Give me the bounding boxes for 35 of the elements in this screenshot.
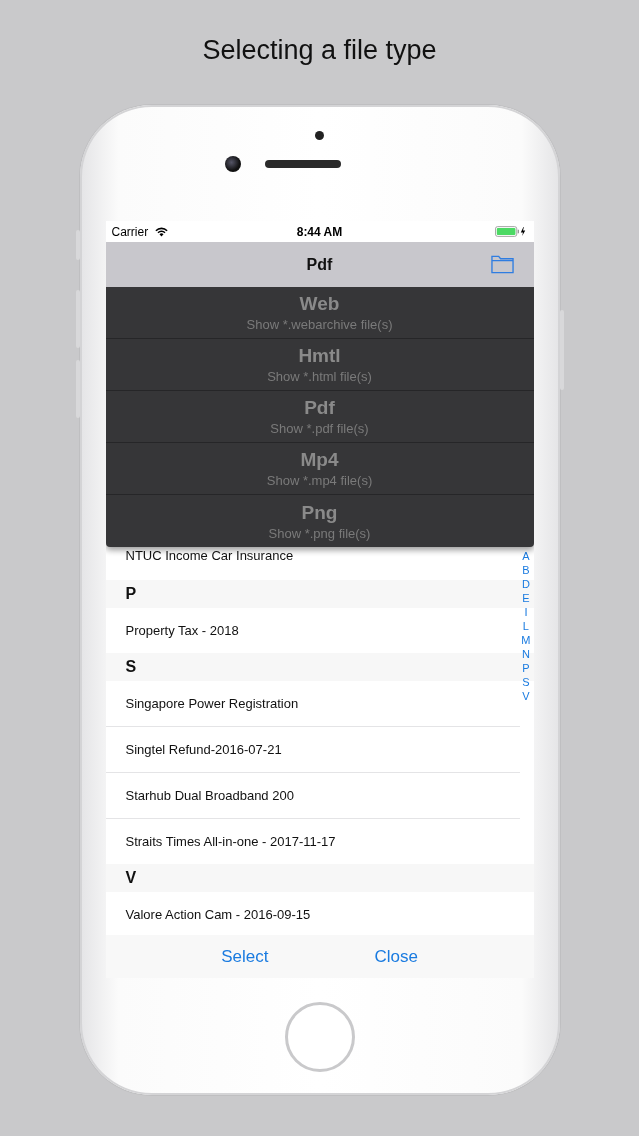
- index-letter[interactable]: D: [521, 577, 530, 591]
- nav-title: Pdf: [306, 255, 333, 274]
- index-letter[interactable]: S: [522, 675, 530, 689]
- caption: Selecting a file type: [202, 34, 437, 67]
- list-item[interactable]: Singapore Power Registration: [125, 696, 299, 711]
- camera-lens: [224, 156, 241, 172]
- index-letter[interactable]: M: [521, 633, 531, 647]
- index-letter[interactable]: P: [522, 661, 530, 675]
- index-letter[interactable]: A: [522, 549, 530, 563]
- list-item[interactable]: Straits Times All-in-one - 2017-11-17: [125, 834, 336, 849]
- menu-item[interactable]: Pdf Show *.pdf file(s): [105, 391, 534, 443]
- list-item[interactable]: Valore Action Cam - 2016-09-15: [125, 907, 311, 922]
- battery-icon: [495, 226, 528, 237]
- carrier-label: Carrier: [111, 224, 149, 239]
- sensor-dot: [315, 131, 324, 140]
- index-letter[interactable]: I: [524, 605, 528, 619]
- index-letter[interactable]: B: [522, 563, 530, 577]
- status-time: 8:44 AM: [296, 224, 343, 239]
- menu-item[interactable]: Hmtl Show *.html file(s): [105, 339, 534, 391]
- toolbar-button[interactable]: Select: [213, 942, 277, 971]
- list-item[interactable]: Singtel Refund-2016-07-21: [125, 742, 282, 757]
- menu-item[interactable]: Mp4 Show *.mp4 file(s): [105, 443, 534, 495]
- index-letter[interactable]: N: [521, 647, 530, 661]
- menu-item[interactable]: Web Show *.webarchive file(s): [105, 287, 534, 339]
- index-letter[interactable]: E: [522, 591, 530, 605]
- wifi-icon: [154, 226, 170, 237]
- list-item[interactable]: Property Tax - 2018: [125, 623, 239, 638]
- folder-icon[interactable]: [490, 254, 514, 274]
- index-letter[interactable]: L: [522, 619, 529, 633]
- toolbar-button[interactable]: Close: [366, 942, 426, 971]
- list-item[interactable]: NTUC Income Car Insurance: [125, 547, 294, 563]
- list-item[interactable]: Starhub Dual Broadband 200: [125, 788, 294, 803]
- menu-item[interactable]: Png Show *.png file(s): [105, 495, 534, 547]
- section-header: V: [105, 864, 534, 892]
- index-letter[interactable]: V: [522, 689, 530, 703]
